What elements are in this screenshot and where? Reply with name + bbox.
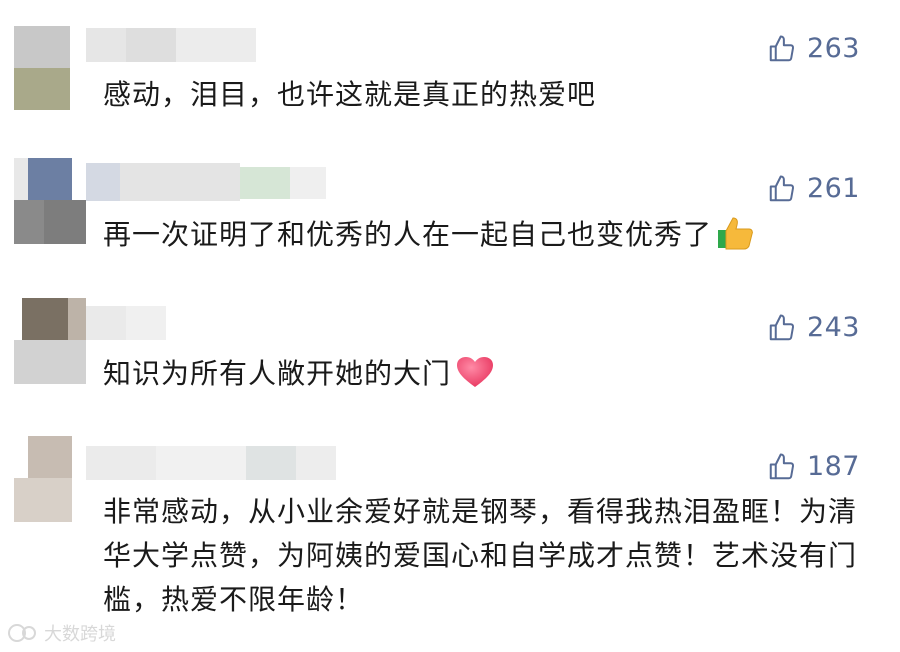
like-count: 263 <box>806 33 860 64</box>
like-count: 243 <box>806 312 860 343</box>
comment-text-content: 知识为所有人敞开她的大门 <box>103 357 452 390</box>
avatar[interactable] <box>14 158 86 244</box>
watermark-logo-icon <box>8 624 36 642</box>
username-blurred[interactable] <box>86 163 326 201</box>
comment-text: 感动，泪目，也许这就是真正的热爱吧 <box>103 78 597 111</box>
comment-text-content: 再一次证明了和优秀的人在一起自己也变优秀了 <box>103 218 713 251</box>
comment-text: 非常感动，从小业余爱好就是钢琴，看得我热泪盈眶！为清华大学点赞，为阿姨的爱国心和… <box>103 495 858 616</box>
thumb-up-icon <box>769 453 794 480</box>
like-count: 261 <box>806 173 860 204</box>
comment-text: 知识为所有人敞开她的大门 <box>103 352 873 402</box>
avatar[interactable] <box>14 26 86 110</box>
username-blurred[interactable] <box>86 446 336 480</box>
thumb-up-icon <box>769 175 794 202</box>
thumb-up-icon <box>769 314 794 341</box>
username-blurred[interactable] <box>86 28 256 62</box>
thumb-up-icon <box>769 35 794 62</box>
avatar[interactable] <box>14 298 86 384</box>
heart-emoji <box>455 355 495 402</box>
like-button[interactable]: 263 <box>767 34 860 64</box>
thumbs-up-emoji <box>716 216 754 263</box>
like-count: 187 <box>806 451 860 482</box>
comment-text: 再一次证明了和优秀的人在一起自己也变优秀了 <box>103 213 873 263</box>
watermark-text: 大数跨境 <box>44 624 116 645</box>
like-button[interactable]: 261 <box>767 174 860 204</box>
avatar[interactable] <box>14 436 86 522</box>
like-button[interactable]: 187 <box>767 452 860 482</box>
watermark: 大数跨境 <box>8 620 116 646</box>
username-blurred[interactable] <box>86 306 166 340</box>
like-button[interactable]: 243 <box>767 313 860 343</box>
